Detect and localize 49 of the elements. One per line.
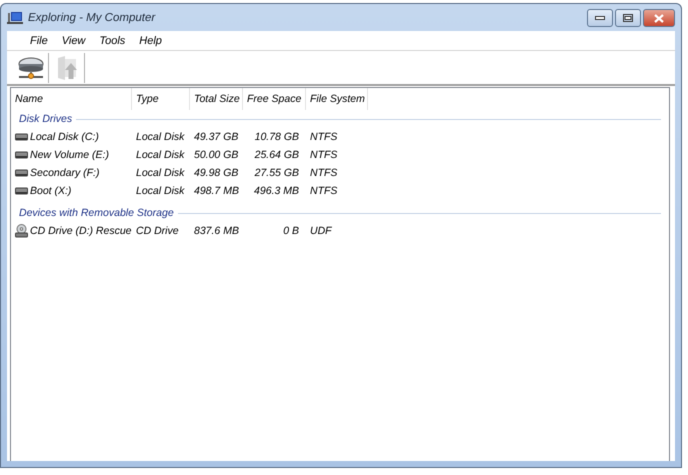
column-header[interactable]: Free Space [243,88,306,110]
menu-item[interactable]: Tools [92,34,132,46]
table-cell-text: Local Disk [135,167,186,179]
table-cell-text: Local Disk [135,131,186,143]
table-cell-text: 49.98 GB [193,167,240,179]
table-cell-text: 50.00 GB [193,149,240,161]
table-cell-text: NTFS [309,149,338,161]
table-cell-text: 837.6 MB [193,225,240,237]
computer-icon [7,10,23,24]
group-header: Devices with Removable Storage [19,207,174,219]
group-header: Disk Drives [19,113,72,125]
minimize-button[interactable] [587,9,613,27]
hard-drive-icon [15,169,28,177]
table-cell-text: 10.78 GB [254,131,300,143]
minimize-icon [595,16,605,20]
table-cell-text: 25.64 GB [254,149,300,161]
drive-name[interactable]: CD Drive (D:) Rescue [30,225,132,237]
table-cell-text: Local Disk [135,149,186,161]
menu-item[interactable]: File [23,34,55,46]
close-button[interactable] [643,9,675,27]
cd-drive-icon [15,224,28,238]
maximize-button[interactable] [615,9,641,27]
table-cell-text: NTFS [309,167,338,179]
table-cell-text: CD Drive [135,225,180,237]
table-cell-text: Local Disk [135,185,186,197]
hard-drive-icon [15,133,28,141]
hard-drive-icon [15,187,28,195]
table-cell-text: 498.7 MB [193,185,240,197]
table-cell-text: NTFS [309,185,338,197]
table-cell-text: 27.55 GB [254,167,300,179]
hard-drive-icon [15,151,28,159]
menu-item[interactable]: View [54,34,92,46]
column-header[interactable]: File System [306,88,368,110]
drive-name[interactable]: Secondary (F:) [30,167,100,179]
column-header[interactable]: Name [11,88,132,110]
table-cell-text: 496.3 MB [253,185,300,197]
close-icon [654,14,664,22]
maximize-icon [623,14,633,22]
menu-item[interactable]: Help [132,34,169,46]
drive-name[interactable]: Boot (X:) [30,185,72,197]
table-cell-text: 49.37 GB [193,131,240,143]
column-header[interactable]: Type [132,88,190,110]
table-cell-text: UDF [309,225,333,237]
table-cell-text: 0 B [282,225,300,237]
window-title: Exploring - My Computer [28,12,156,24]
column-header[interactable]: Total Size [190,88,243,110]
drive-name[interactable]: Local Disk (C:) [30,131,99,143]
drive-name[interactable]: New Volume (E:) [30,149,109,161]
table-cell-text: NTFS [309,131,338,143]
